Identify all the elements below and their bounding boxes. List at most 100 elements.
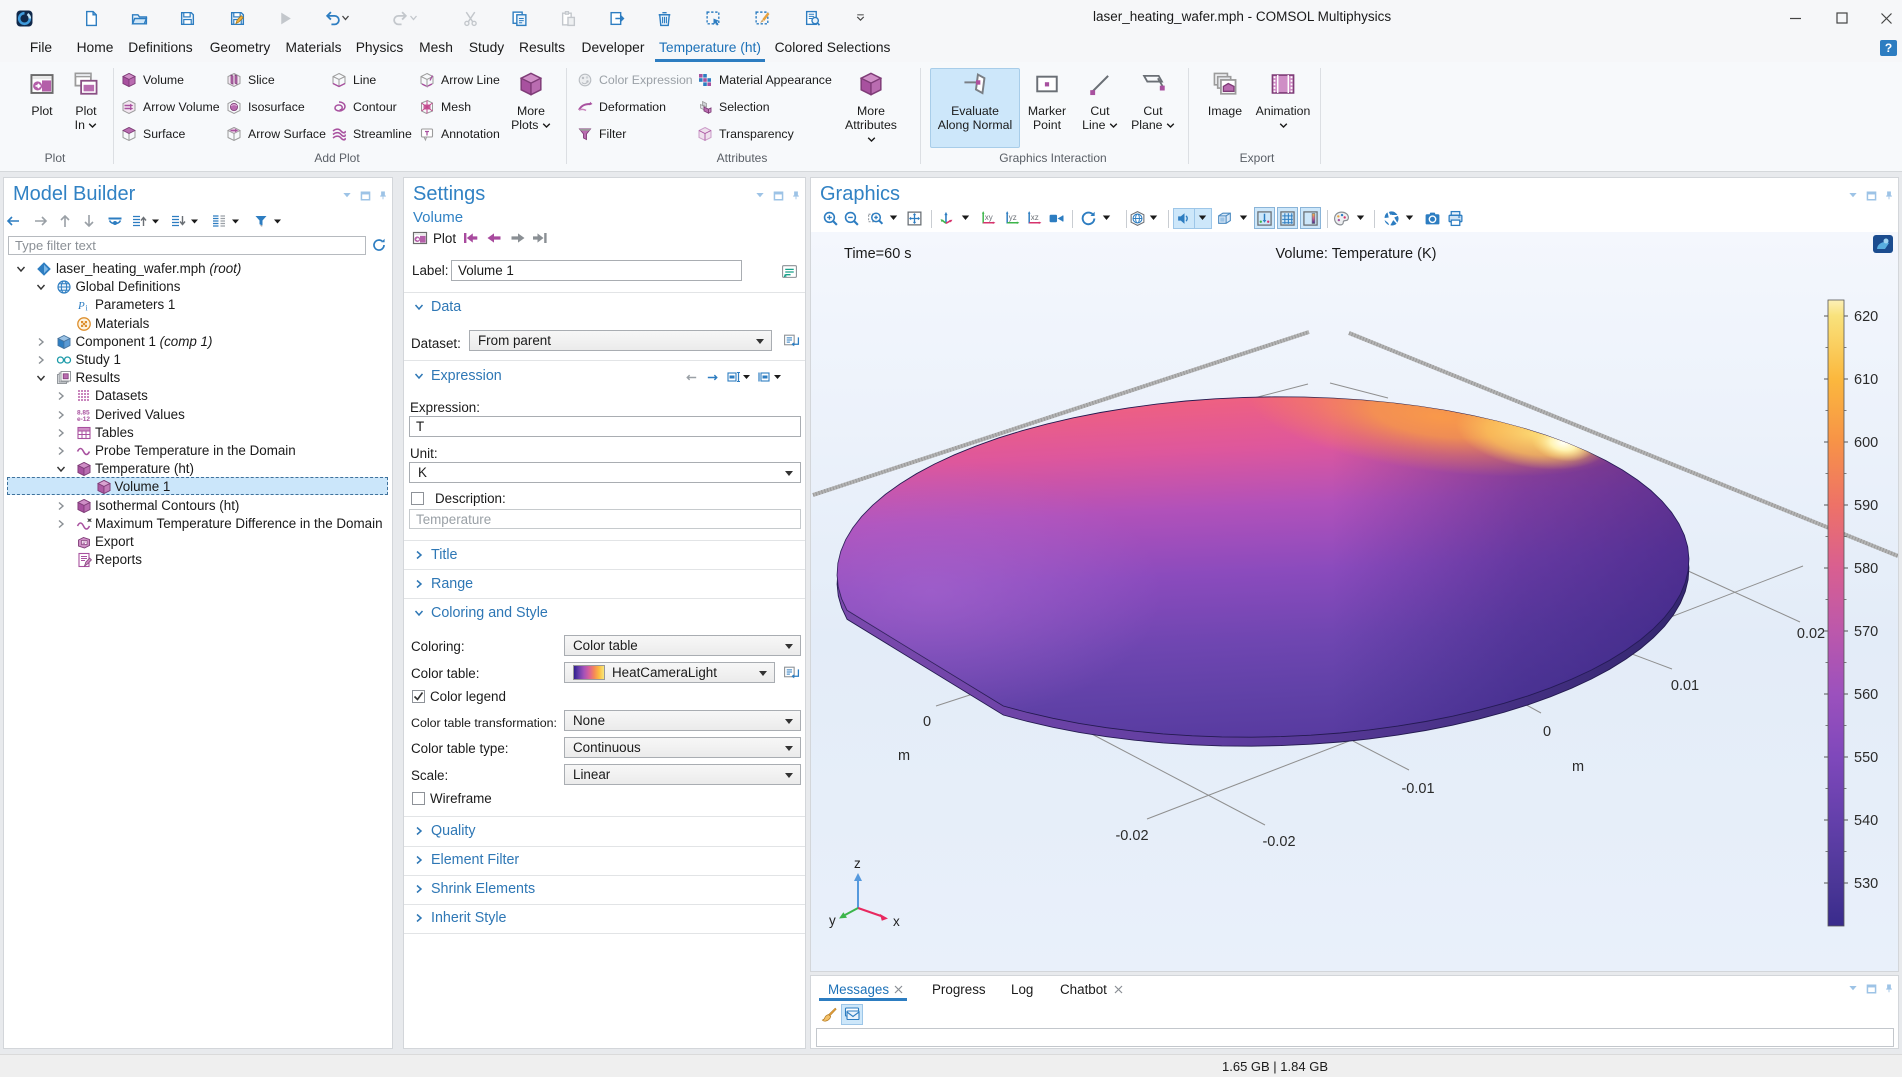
attr-deformation-button[interactable]: Deformation bbox=[576, 96, 666, 118]
plot-previous-button[interactable] bbox=[486, 230, 502, 251]
undo-dropdown-caret[interactable] bbox=[338, 5, 352, 31]
shrink-elements-section-caret[interactable] bbox=[414, 884, 424, 894]
range-section-header[interactable]: Range bbox=[431, 576, 473, 592]
dataset-combo[interactable]: From parent bbox=[469, 330, 772, 351]
panel-menu-icon[interactable] bbox=[754, 191, 766, 200]
element-filter-section-header[interactable]: Element Filter bbox=[431, 852, 519, 868]
environment-button[interactable] bbox=[1215, 209, 1233, 227]
add-line-button[interactable]: Line bbox=[330, 69, 376, 91]
panel-menu-icon[interactable] bbox=[341, 191, 353, 200]
cut-line-button[interactable]: CutLine bbox=[1075, 69, 1125, 132]
panel-float-icon[interactable] bbox=[773, 191, 784, 201]
show-plot-tools-button[interactable] bbox=[1255, 209, 1273, 227]
unit-combo[interactable]: K bbox=[409, 462, 801, 483]
panel-pin-icon[interactable] bbox=[791, 190, 801, 201]
wireframe-checkbox[interactable] bbox=[412, 792, 425, 805]
tab-colored-selections[interactable]: Colored Selections bbox=[770, 36, 895, 62]
refresh-filter-button[interactable] bbox=[371, 237, 387, 258]
close-tab-icon[interactable] bbox=[1114, 985, 1123, 994]
rotate-caret[interactable] bbox=[1101, 209, 1111, 227]
close-tab-icon[interactable] bbox=[894, 985, 903, 994]
run-button[interactable] bbox=[270, 5, 300, 31]
filter-tree-button[interactable] bbox=[253, 211, 269, 231]
quality-section-caret[interactable] bbox=[414, 826, 424, 836]
more-attributes-button[interactable]: MoreAttributes bbox=[843, 69, 899, 146]
cut-button[interactable] bbox=[455, 5, 485, 31]
snapshot-button[interactable] bbox=[1423, 209, 1441, 227]
plot-first-button[interactable] bbox=[462, 230, 478, 251]
tab-progress[interactable]: Progress bbox=[932, 982, 986, 997]
tab-home[interactable]: Home bbox=[70, 36, 120, 62]
color-theme-button[interactable] bbox=[1332, 209, 1350, 227]
expand-button[interactable] bbox=[170, 211, 186, 231]
coloring-section-caret[interactable] bbox=[414, 608, 424, 618]
expanded-caret-icon[interactable] bbox=[36, 373, 46, 383]
color-table-combo[interactable]: HeatCameraLight bbox=[564, 662, 775, 683]
collapsed-caret-icon[interactable] bbox=[36, 355, 46, 365]
scene-settings-caret[interactable] bbox=[1404, 209, 1414, 227]
tree-item-component-1[interactable]: Component 1 (comp 1) bbox=[4, 333, 389, 351]
expression-section-header[interactable]: Expression bbox=[431, 368, 502, 384]
tab-definitions[interactable]: Definitions bbox=[123, 36, 198, 62]
disable-selection-button[interactable] bbox=[747, 5, 777, 31]
tree-item-probe-temperature-in-the-domain[interactable]: Probe Temperature in the Domain bbox=[4, 442, 389, 460]
quality-section-header[interactable]: Quality bbox=[431, 823, 476, 839]
panel-pin-icon[interactable] bbox=[378, 190, 388, 201]
tree-item-derived-values[interactable]: 8.85e-12Derived Values bbox=[4, 406, 389, 424]
tree-item-volume-1[interactable]: Volume 1 bbox=[4, 478, 389, 496]
plot-in-button[interactable]: PlotIn bbox=[58, 69, 114, 132]
attr-filter-button[interactable]: Filter bbox=[576, 123, 626, 145]
marker-point-button[interactable]: MarkerPoint bbox=[1022, 69, 1072, 132]
expression-input[interactable]: T bbox=[409, 416, 801, 437]
add-mesh-button[interactable]: Mesh bbox=[418, 96, 471, 118]
inherit-style-section-header[interactable]: Inherit Style bbox=[431, 910, 507, 926]
tree-item-study-1[interactable]: Study 1 bbox=[4, 351, 389, 369]
camera-view-button[interactable] bbox=[1047, 209, 1065, 227]
shrink-elements-section-header[interactable]: Shrink Elements bbox=[431, 881, 535, 897]
tab-developer[interactable]: Developer bbox=[575, 36, 651, 62]
add-streamline-button[interactable]: Streamline bbox=[330, 123, 412, 145]
go-to-dataset-button[interactable] bbox=[781, 330, 801, 350]
tree-item-export[interactable]: Export bbox=[4, 533, 389, 551]
attr-color-expression-button[interactable]: Color Expression bbox=[576, 69, 693, 91]
tab-temperature-ht-[interactable]: Temperature (ht) bbox=[653, 36, 767, 62]
clear-messages-button[interactable] bbox=[821, 1007, 837, 1028]
attr-material-appearance-button[interactable]: Material Appearance bbox=[696, 69, 832, 91]
add-arrow-surface-button[interactable]: Arrow Surface bbox=[225, 123, 326, 145]
move-down-button[interactable] bbox=[81, 211, 97, 231]
view-xz-button[interactable]: xz bbox=[1025, 209, 1043, 227]
collapsed-caret-icon[interactable] bbox=[56, 428, 66, 438]
tree-item-tables[interactable]: Tables bbox=[4, 424, 389, 442]
back-button[interactable] bbox=[5, 211, 21, 231]
data-section-header[interactable]: Data bbox=[431, 299, 461, 315]
expanded-caret-icon[interactable] bbox=[36, 282, 46, 292]
title-section-caret[interactable] bbox=[414, 550, 424, 560]
add-contour-button[interactable]: Contour bbox=[330, 96, 397, 118]
tab-mesh[interactable]: Mesh bbox=[413, 36, 459, 62]
add-annotation-button[interactable]: Annotation bbox=[418, 123, 500, 145]
collapse-caret[interactable] bbox=[151, 211, 160, 231]
help-button[interactable]: ? bbox=[1880, 40, 1897, 56]
color-legend-checkbox[interactable] bbox=[412, 690, 425, 703]
panel-float-icon[interactable] bbox=[360, 191, 371, 201]
tree-item-isothermal-contours-ht-[interactable]: Isothermal Contours (ht) bbox=[4, 497, 389, 515]
tree-item-results[interactable]: Results bbox=[4, 369, 389, 387]
tab-materials[interactable]: Materials bbox=[279, 36, 348, 62]
expand-caret[interactable] bbox=[190, 211, 199, 231]
filter-tree-caret[interactable] bbox=[273, 211, 282, 231]
tab-physics[interactable]: Physics bbox=[351, 36, 408, 62]
forward-button[interactable] bbox=[33, 211, 49, 231]
tree-item-laser-heating-wafer-mph[interactable]: laser_heating_wafer.mph (root) bbox=[4, 260, 389, 278]
tab-chatbot[interactable]: Chatbot bbox=[1060, 982, 1107, 997]
view-yz-button[interactable]: yz bbox=[1003, 209, 1021, 227]
copy-button[interactable] bbox=[504, 5, 534, 31]
collapsed-caret-icon[interactable] bbox=[56, 519, 66, 529]
model-tree-nodes-button[interactable] bbox=[211, 211, 227, 231]
title-section-header[interactable]: Title bbox=[431, 547, 457, 563]
tab-messages[interactable]: Messages bbox=[828, 982, 889, 997]
print-button[interactable] bbox=[1446, 209, 1464, 227]
rename-button[interactable] bbox=[779, 261, 799, 281]
more-plots-button[interactable]: MorePlots bbox=[503, 69, 559, 132]
expression-section-caret[interactable] bbox=[414, 371, 424, 381]
move-up-button[interactable] bbox=[57, 211, 73, 231]
